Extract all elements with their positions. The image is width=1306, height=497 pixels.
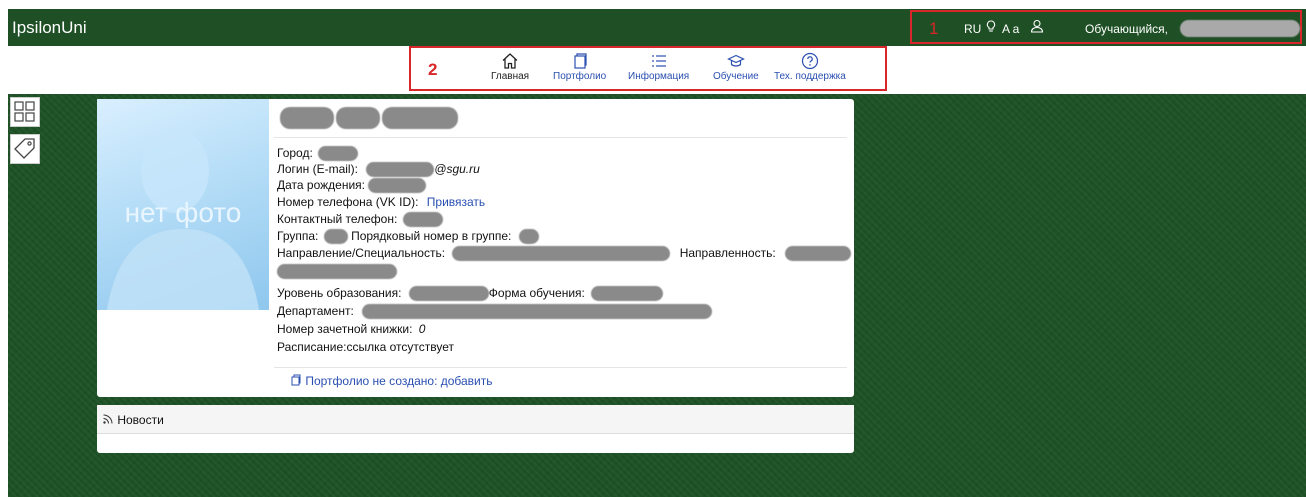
nav-support[interactable]: Тех. поддержка (774, 52, 846, 82)
direction-label: Направление/Специальность: (277, 246, 446, 260)
focus-value-redacted (785, 246, 852, 262)
app-title[interactable]: IpsilonUni (12, 18, 87, 38)
annotation-label-2: 2 (428, 60, 438, 79)
direction-value-redacted (452, 246, 671, 262)
top-bar: IpsilonUni 1 RU A a Обучающийся, (8, 9, 1306, 46)
list-icon (651, 55, 666, 67)
home-icon (502, 53, 518, 69)
login-domain: @sgu.ru (434, 162, 480, 176)
department-redacted (362, 304, 713, 320)
birth-date-label: Дата рождения: (277, 178, 365, 192)
student-name-redacted (280, 107, 460, 129)
portfolio-icon (291, 374, 301, 386)
news-header[interactable]: Новости (97, 405, 854, 434)
city-label: Город: (277, 146, 313, 160)
vk-phone-label: Номер телефона (VK ID): (277, 195, 419, 209)
focus-value-cont-redacted (277, 264, 397, 280)
study-form-label: Форма обучения: (488, 286, 585, 300)
user-icon[interactable] (1030, 19, 1044, 36)
user-role-label: Обучающийся, (1085, 22, 1168, 36)
contact-phone-label: Контактный телефон: (277, 212, 398, 226)
nav-highlight-box: 2 Главная Портфолио Информация Обучение … (409, 46, 887, 91)
group-value-redacted (323, 229, 348, 245)
divider (274, 137, 847, 138)
schedule-label: Расписание: (277, 340, 347, 354)
nav-portfolio[interactable]: Портфолио (553, 52, 606, 82)
edu-level-label: Уровень образования: (277, 286, 402, 300)
nav-information-label: Информация (628, 71, 690, 82)
language-switch[interactable]: RU (964, 22, 981, 36)
help-icon (801, 52, 819, 70)
city-value-redacted (318, 146, 359, 162)
edu-level-redacted (408, 286, 489, 302)
no-photo-text: нет фото (124, 197, 242, 228)
news-title: Новости (117, 413, 164, 427)
portfolio-icon (574, 53, 587, 69)
create-portfolio-link[interactable]: Портфолио не создано: добавить (290, 374, 493, 388)
annotation-label-1: 1 (929, 19, 939, 38)
record-book-label: Номер зачетной книжки: (277, 322, 413, 336)
contact-phone-redacted (402, 212, 443, 228)
nav-portfolio-label: Портфолио (553, 71, 607, 82)
nav-support-label: Тех. поддержка (774, 71, 846, 82)
nav-study-label: Обучение (713, 71, 759, 82)
nav-information[interactable]: Информация (628, 52, 689, 82)
top-right-panel: 1 RU A a Обучающийся, (910, 10, 1302, 44)
nav-home[interactable]: Главная (491, 52, 529, 82)
bind-vk-link[interactable]: Привязать (427, 195, 485, 209)
record-book-value: 0 (418, 322, 426, 336)
nav-study[interactable]: Обучение (713, 52, 759, 82)
group-order-label: Порядковый номер в группе: (351, 229, 512, 243)
user-name-redacted[interactable] (1180, 20, 1300, 37)
group-label: Группа: (277, 229, 319, 243)
avatar: нет фото (97, 99, 269, 310)
main-nav: 2 Главная Портфолио Информация Обучение … (8, 46, 1306, 94)
app-window: IpsilonUni 1 RU A a Обучающийся, 2 Главн… (8, 9, 1306, 497)
birth-date-redacted (368, 178, 427, 194)
focus-label: Направленность: (679, 246, 776, 260)
group-order-redacted (518, 229, 539, 245)
profile-card: нет фото Город: Логин (E-mail): @sgu.ru … (97, 99, 854, 397)
nav-home-label: Главная (491, 71, 530, 82)
lightbulb-icon[interactable] (986, 20, 996, 37)
grid-icon[interactable] (10, 97, 40, 127)
main-content: нет фото Город: Логин (E-mail): @sgu.ru … (8, 94, 1306, 497)
login-value-redacted (366, 162, 435, 178)
login-label: Логин (E-mail): (277, 162, 358, 176)
tag-icon[interactable] (10, 134, 40, 164)
create-portfolio-text: Портфолио не создано: добавить (305, 374, 493, 388)
department-label: Департамент: (277, 304, 354, 318)
font-size-toggle[interactable]: A a (1002, 22, 1019, 36)
study-form-redacted (591, 286, 664, 302)
graduation-cap-icon (726, 54, 745, 67)
divider (274, 367, 847, 368)
news-panel: Новости (97, 405, 854, 453)
rss-icon (103, 414, 113, 424)
schedule-value: ссылка отсутствует (346, 340, 455, 354)
